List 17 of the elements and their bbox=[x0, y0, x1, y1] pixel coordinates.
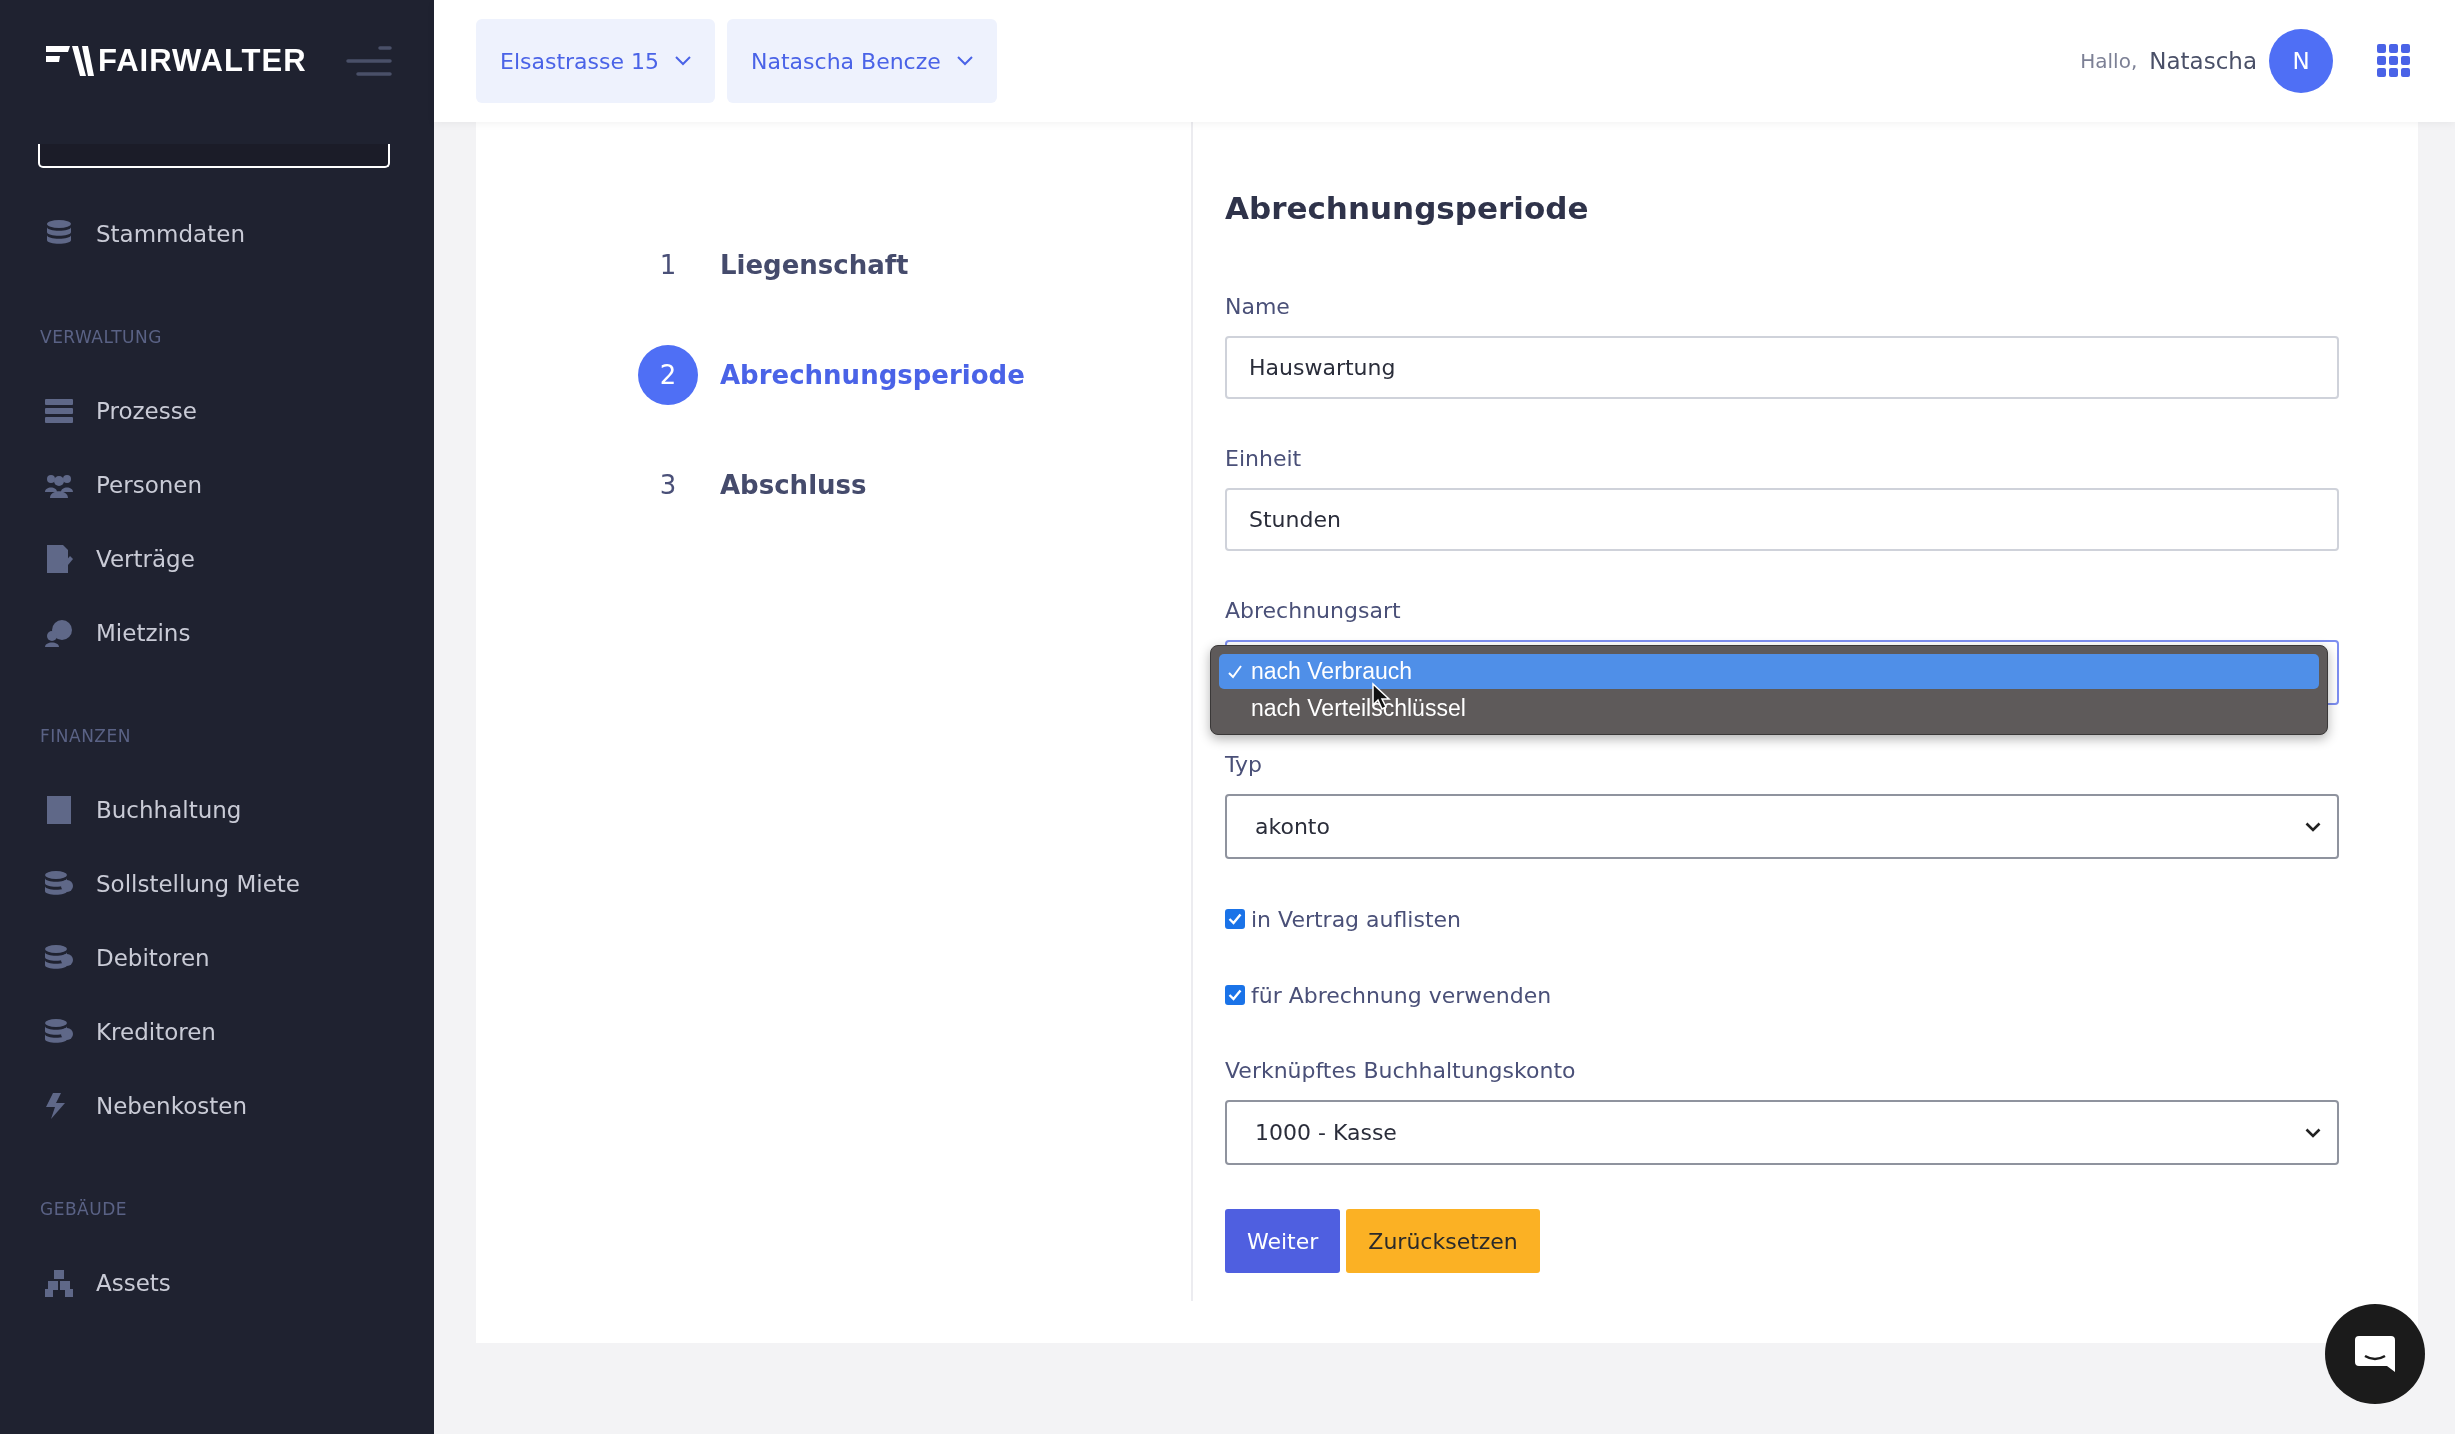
field-label: Verknüpftes Buchhaltungskonto bbox=[1225, 1057, 1577, 1085]
logo-text: FAIRWALTER bbox=[98, 43, 307, 79]
section-heading: VERWALTUNG bbox=[39, 326, 163, 349]
field-label: Abrechnungsart bbox=[1225, 597, 1402, 625]
user-name: Natascha bbox=[2149, 48, 2257, 74]
field-label: Name bbox=[1225, 293, 1291, 321]
field-label: Typ bbox=[1225, 751, 1263, 779]
form-title: Abrechnungsperiode bbox=[1225, 189, 1590, 228]
step-number: 2 bbox=[638, 345, 698, 405]
checkbox-label: in Vertrag auflisten bbox=[1251, 906, 1462, 932]
greeting-text: Hallo, bbox=[2080, 49, 2138, 73]
section-heading: FINANZEN bbox=[39, 725, 132, 748]
checkbox-label: für Abrechnung verwenden bbox=[1251, 982, 1552, 1008]
step-number: 3 bbox=[658, 469, 678, 502]
section-heading: GEBÄUDE bbox=[39, 1198, 128, 1221]
step-number: 1 bbox=[658, 249, 678, 282]
field-label: Einheit bbox=[1225, 445, 1303, 473]
